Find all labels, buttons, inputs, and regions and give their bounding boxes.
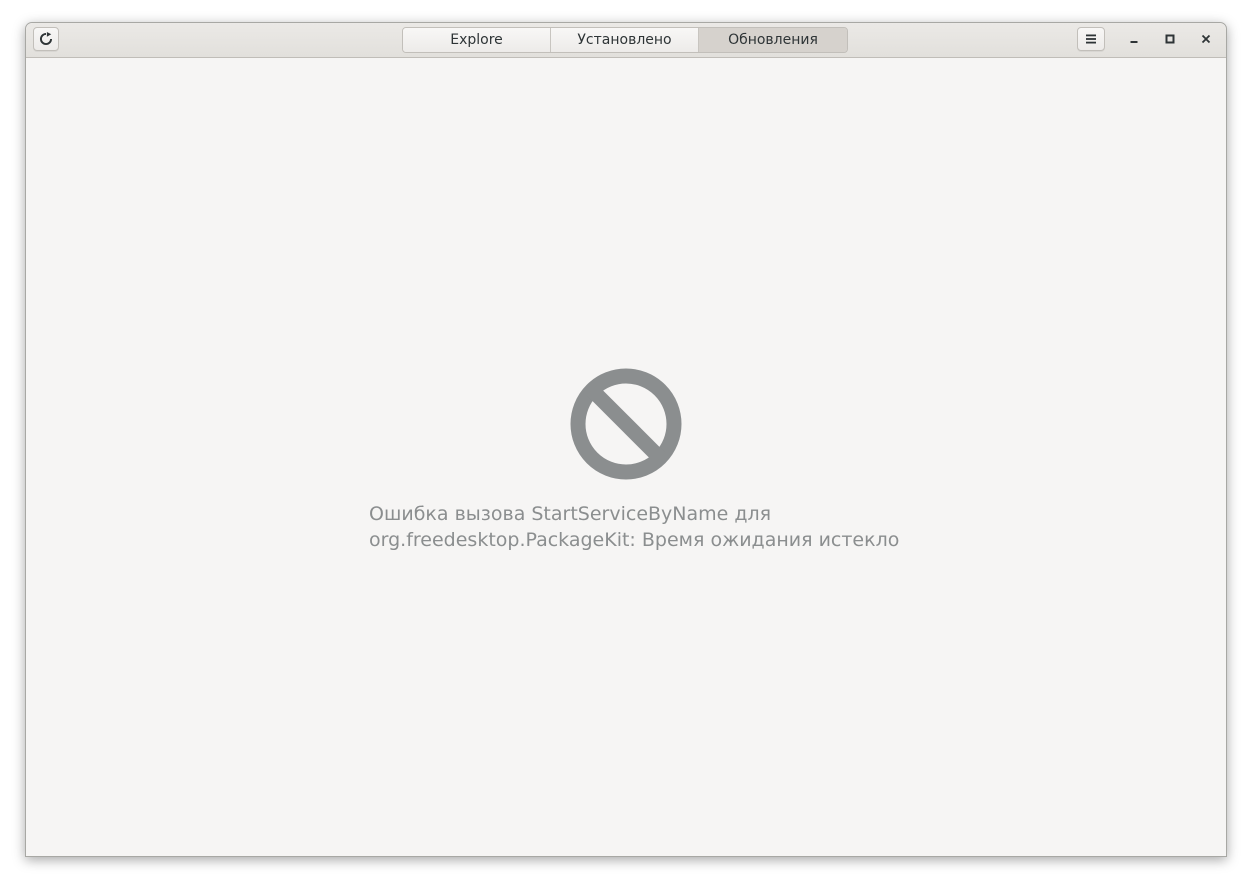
error-message: Ошибка вызова StartServiceByName для org… xyxy=(369,501,929,553)
minimize-button[interactable] xyxy=(1123,28,1145,50)
tab-installed[interactable]: Установлено xyxy=(551,28,699,52)
error-page: Ошибка вызова StartServiceByName для org… xyxy=(26,58,1226,856)
error-line-1: Ошибка вызова StartServiceByName для xyxy=(369,503,772,525)
error-line-2: org.freedesktop.PackageKit: Время ожидан… xyxy=(369,529,900,551)
action-unavailable-icon xyxy=(570,368,682,480)
tab-updates[interactable]: Обновления xyxy=(699,28,847,52)
maximize-button[interactable] xyxy=(1159,28,1181,50)
refresh-button[interactable] xyxy=(33,27,59,51)
main-menu-button[interactable] xyxy=(1077,27,1105,51)
close-icon xyxy=(1201,34,1211,44)
minimize-icon xyxy=(1130,41,1138,43)
header-bar: Explore Установлено Обновления xyxy=(26,23,1226,58)
view-refresh-icon xyxy=(40,32,53,45)
open-menu-icon xyxy=(1086,34,1096,44)
app-window: Explore Установлено Обновления Ошибка вы… xyxy=(25,22,1227,857)
tab-explore[interactable]: Explore xyxy=(403,28,551,52)
close-button[interactable] xyxy=(1195,28,1217,50)
maximize-icon xyxy=(1165,34,1175,44)
view-switcher: Explore Установлено Обновления xyxy=(402,27,848,53)
